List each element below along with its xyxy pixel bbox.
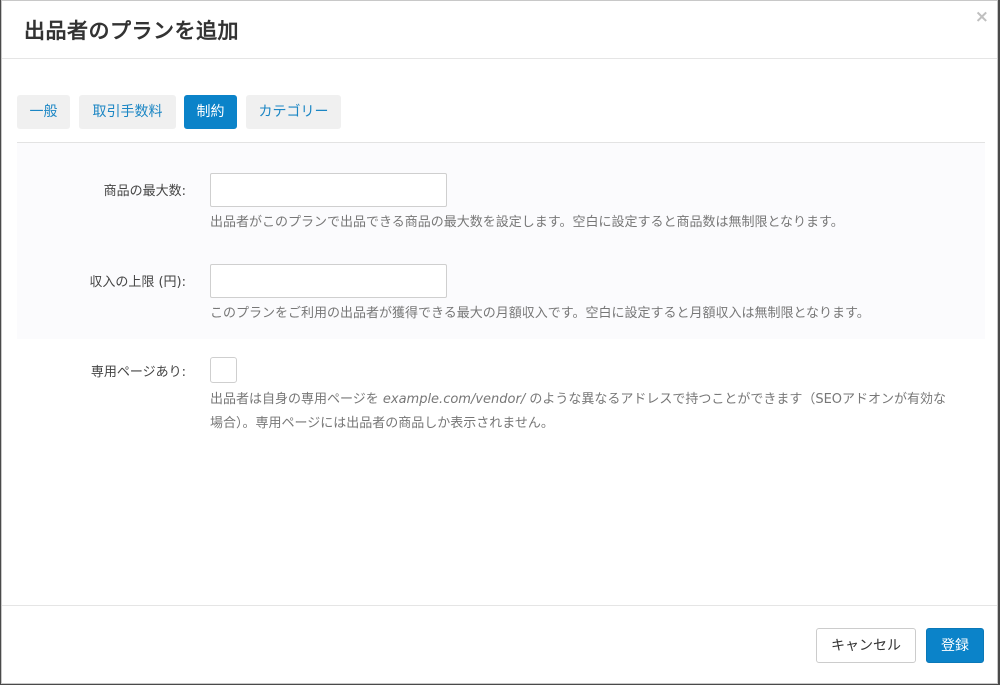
cancel-button[interactable]: キャンセル: [816, 628, 916, 663]
dialog-title: 出品者のプランを追加: [24, 19, 239, 43]
tab-categories[interactable]: カテゴリー: [246, 95, 341, 129]
vendor-page-help-prefix: 出品者は自身の専用ページを: [210, 392, 383, 407]
dialog-header: 出品者のプランを追加 ×: [2, 1, 997, 59]
vendor-page-label: 専用ページあり:: [90, 365, 186, 380]
dialog-footer: キャンセル 登録: [2, 605, 997, 685]
add-vendor-plan-dialog: 出品者のプランを追加 × 一般 取引手数料 制約 カテゴリー 商品の最大数: 出…: [1, 0, 998, 684]
max-products-label: 商品の最大数:: [103, 184, 186, 199]
tab-transaction-fee[interactable]: 取引手数料: [79, 95, 176, 129]
vendor-page-help-example: example.com/vendor/: [382, 392, 526, 407]
vendor-page-help-suffix: のような異なるアドレスで持つことができます（SEOアドオンが有効な: [525, 392, 947, 407]
tab-restrictions[interactable]: 制約: [184, 95, 237, 129]
income-limit-label: 収入の上限 (円):: [89, 275, 186, 290]
max-products-help: 出品者がこのプランで出品できる商品の最大数を設定します。空白に設定すると商品数は…: [210, 215, 844, 230]
vendor-page-help: 出品者は自身の専用ページを example.com/vendor/ のような異な…: [210, 388, 946, 436]
tab-general[interactable]: 一般: [17, 95, 70, 129]
vendor-page-checkbox[interactable]: [210, 357, 237, 383]
close-icon[interactable]: ×: [975, 7, 989, 27]
income-limit-input[interactable]: [210, 264, 447, 298]
income-limit-help: このプランをご利用の出品者が獲得できる最大の月額収入です。空白に設定すると月額収…: [210, 306, 870, 321]
submit-button[interactable]: 登録: [926, 628, 984, 663]
max-products-input[interactable]: [210, 173, 447, 207]
vendor-page-help-line2: 場合）。専用ページには出品者の商品しか表示されません。: [210, 416, 554, 431]
